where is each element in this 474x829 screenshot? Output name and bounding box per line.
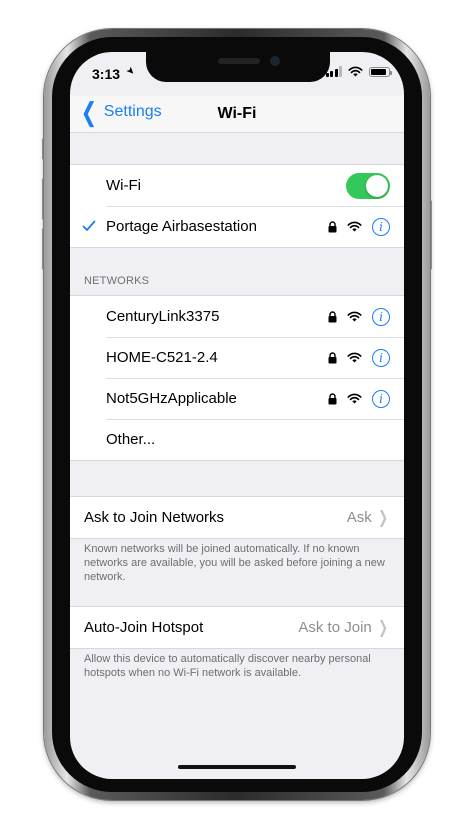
connected-network-name: Portage Airbasestation bbox=[106, 218, 257, 235]
ask-to-join-group: Ask to Join Networks Ask ❯ bbox=[70, 496, 404, 539]
info-icon[interactable]: i bbox=[372, 217, 390, 236]
other-network-row[interactable]: Other... bbox=[70, 419, 404, 460]
lock-icon bbox=[328, 392, 337, 404]
ask-to-join-footer: Known networks will be joined automatica… bbox=[84, 543, 385, 583]
notch bbox=[146, 52, 330, 82]
network-row[interactable]: Not5GHzApplicable i bbox=[70, 378, 404, 419]
networks-header: NETWORKS bbox=[84, 275, 150, 287]
auto-join-hotspot-label: Auto-Join Hotspot bbox=[84, 619, 204, 636]
network-name: HOME-C521-2.4 bbox=[106, 349, 218, 366]
auto-join-hotspot-group: Auto-Join Hotspot Ask to Join ❯ bbox=[70, 606, 404, 649]
auto-join-hotspot-row[interactable]: Auto-Join Hotspot Ask to Join ❯ bbox=[70, 607, 404, 648]
wifi-icon bbox=[347, 352, 362, 363]
screen: 3:13 ➤ ❮ Settings Wi-Fi Wi-Fi Portage Ai… bbox=[70, 52, 404, 779]
page-title: Wi-Fi bbox=[217, 105, 257, 122]
chevron-right-icon: ❯ bbox=[377, 617, 388, 637]
auto-join-hotspot-value: Ask to Join bbox=[298, 619, 372, 636]
auto-join-hotspot-footer: Allow this device to automatically disco… bbox=[84, 653, 371, 679]
lock-icon bbox=[328, 310, 337, 322]
lock-icon bbox=[328, 220, 337, 232]
lock-icon bbox=[328, 351, 337, 363]
networks-list: CenturyLink3375 i HOME-C521-2.4 i Not5GH… bbox=[70, 295, 404, 461]
network-row[interactable]: HOME-C521-2.4 i bbox=[70, 337, 404, 378]
status-time: 3:13 bbox=[92, 66, 121, 82]
location-icon: ➤ bbox=[123, 64, 138, 79]
network-row[interactable]: CenturyLink3375 i bbox=[70, 296, 404, 337]
wifi-status-icon bbox=[348, 66, 363, 77]
wifi-toggle[interactable] bbox=[346, 172, 390, 199]
wifi-toggle-row: Wi-Fi bbox=[70, 165, 404, 206]
checkmark-icon bbox=[82, 220, 96, 231]
connected-network-row[interactable]: Portage Airbasestation i bbox=[70, 206, 404, 247]
info-icon[interactable]: i bbox=[372, 389, 390, 408]
wifi-icon bbox=[347, 221, 362, 232]
chevron-right-icon: ❯ bbox=[377, 507, 388, 527]
other-network-label: Other... bbox=[106, 431, 156, 448]
ask-to-join-row[interactable]: Ask to Join Networks Ask ❯ bbox=[70, 497, 404, 538]
info-icon[interactable]: i bbox=[372, 348, 390, 367]
navigation-bar: ❮ Settings Wi-Fi bbox=[70, 96, 404, 133]
info-icon[interactable]: i bbox=[372, 307, 390, 326]
wifi-label: Wi-Fi bbox=[106, 177, 141, 194]
toggle-knob bbox=[366, 174, 388, 197]
battery-icon bbox=[369, 66, 392, 77]
home-indicator[interactable] bbox=[178, 765, 296, 769]
wifi-icon bbox=[347, 393, 362, 404]
network-name: CenturyLink3375 bbox=[106, 308, 220, 325]
wifi-icon bbox=[347, 311, 362, 322]
wifi-group: Wi-Fi Portage Airbasestation i bbox=[70, 164, 404, 248]
status-icons bbox=[325, 66, 392, 77]
speaker-grille bbox=[218, 58, 260, 64]
network-name: Not5GHzApplicable bbox=[106, 390, 237, 407]
ask-to-join-value: Ask bbox=[346, 509, 372, 526]
front-camera bbox=[270, 56, 280, 66]
ask-to-join-label: Ask to Join Networks bbox=[84, 509, 225, 526]
